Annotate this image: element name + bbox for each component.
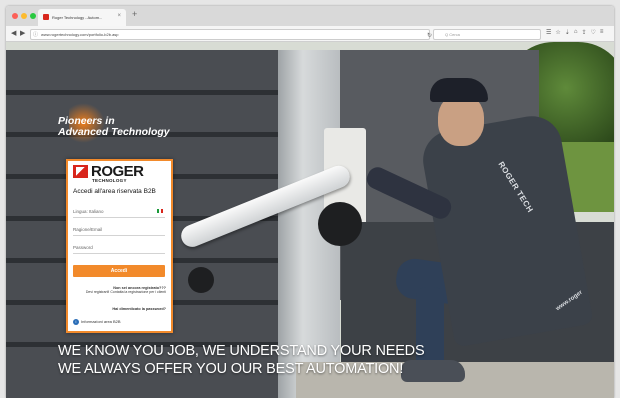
tab-title: Roger Technology - Autom...: [52, 15, 103, 20]
address-bar[interactable]: ⓘ www.rogertechnology.com/portfolio-b2b.…: [30, 29, 432, 40]
italian-flag-icon: [157, 209, 163, 213]
b2b-info-link[interactable]: i Informazioni area B2B: [73, 319, 121, 325]
language-value: Lingua: Italiano: [73, 209, 104, 214]
b2b-info-label: Informazioni area B2B: [81, 319, 121, 325]
toolbar-icons: ☰ ☆ ⇣ ⌂ ⇪ ♡ ≡: [546, 29, 603, 36]
register-block: Non sei ancora registrato??? Devi regist…: [74, 286, 166, 294]
tab-bar: Roger Technology - Autom... × +: [6, 6, 614, 26]
browser-toolbar: ◀ ▶ ⓘ www.rogertechnology.com/portfolio-…: [6, 26, 614, 42]
window-controls: [12, 13, 36, 19]
share-icon[interactable]: ⇪: [581, 29, 586, 36]
roger-favicon-icon: [43, 14, 49, 20]
search-placeholder: Q Cerca: [445, 32, 460, 37]
worker-cap-photo: [430, 78, 488, 102]
register-text: Devi registrarti! Contatta la registrazi…: [85, 290, 166, 294]
slogan-line1: WE KNOW YOU JOB, WE UNDERSTAND YOUR NEED…: [58, 343, 425, 359]
close-window-button[interactable]: [12, 13, 18, 19]
username-input[interactable]: Ragione/Email: [73, 224, 165, 236]
hero-slogan: WE KNOW YOU JOB, WE UNDERSTAND YOUR NEED…: [58, 342, 425, 378]
language-select[interactable]: Lingua: Italiano: [73, 206, 165, 218]
info-icon: i: [73, 319, 79, 325]
zoom-window-button[interactable]: [30, 13, 36, 19]
minimize-window-button[interactable]: [21, 13, 27, 19]
login-panel: ROGER TECHNOLOGY Accedi all'area riserva…: [66, 159, 173, 333]
roger-logo-icon: [73, 165, 88, 178]
download-icon[interactable]: ⇣: [565, 29, 570, 36]
tab-close-icon[interactable]: ×: [117, 13, 121, 19]
bookmark-star-icon[interactable]: ☆: [555, 29, 560, 36]
pocket-icon[interactable]: ♡: [590, 29, 595, 36]
login-button[interactable]: Accedi: [73, 265, 165, 277]
login-title: Accedi all'area riservata B2B: [73, 188, 156, 195]
username-placeholder: Ragione/Email: [73, 227, 103, 232]
reload-icon[interactable]: ↻: [427, 32, 432, 39]
forward-icon[interactable]: ▶: [20, 29, 25, 37]
site-info-icon[interactable]: ⓘ: [33, 31, 38, 38]
back-icon[interactable]: ◀: [11, 29, 16, 37]
logo-subtext: TECHNOLOGY: [92, 178, 127, 183]
menu-icon[interactable]: ≡: [600, 29, 604, 36]
url-text: www.rogertechnology.com/portfolio-b2b.as…: [41, 32, 119, 37]
gate-hinge-photo: [188, 267, 214, 293]
new-tab-button[interactable]: +: [132, 9, 137, 19]
tagline: Pioneers in Advanced Technology: [58, 116, 170, 137]
fence-slat: [6, 90, 296, 95]
slogan-line2: WE ALWAYS OFFER YOU OUR BEST AUTOMATION!: [58, 361, 404, 377]
gate-motor-photo: [318, 202, 362, 246]
browser-window: Roger Technology - Autom... × + ◀ ▶ ⓘ ww…: [6, 6, 614, 398]
page-content: ROGER TECH www.roger Pioneers in Advance…: [6, 42, 614, 398]
password-placeholder: Password: [73, 245, 93, 250]
recover-password-link[interactable]: Hai dimenticato la password?: [74, 307, 166, 311]
browser-tab[interactable]: Roger Technology - Autom... ×: [38, 9, 126, 26]
search-bar[interactable]: Q Cerca: [433, 29, 541, 40]
home-icon[interactable]: ⌂: [574, 29, 578, 36]
tagline-line2: Advanced Technology: [58, 125, 170, 138]
password-input[interactable]: Password: [73, 242, 165, 254]
reader-icon[interactable]: ☰: [546, 29, 551, 36]
